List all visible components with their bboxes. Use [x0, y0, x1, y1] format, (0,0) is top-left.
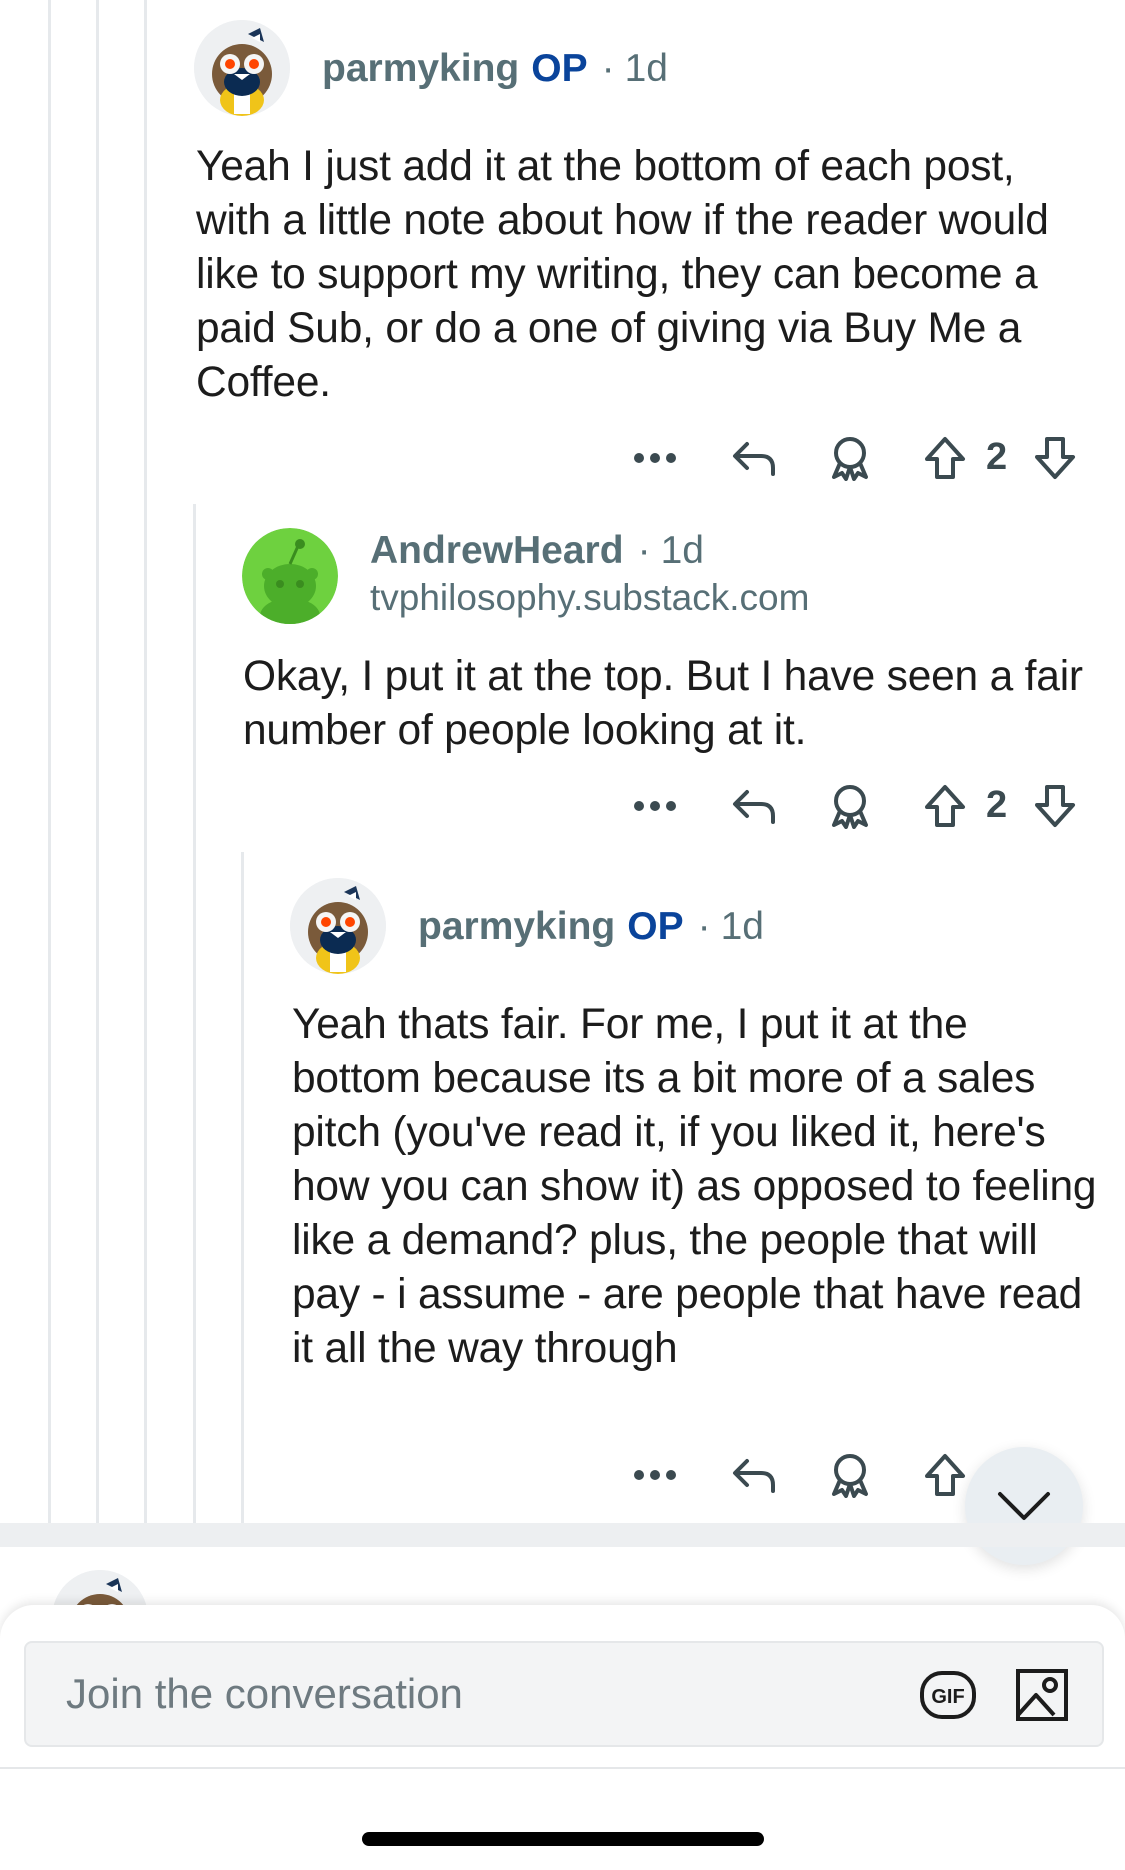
award-icon[interactable] [822, 428, 878, 488]
section-divider [0, 1523, 1125, 1547]
upvote-icon[interactable] [920, 1445, 970, 1505]
reply-icon[interactable] [726, 1445, 782, 1505]
comment-meta: parmyking OP · 1d [322, 46, 668, 92]
comment-meta: parmyking OP · 1d [418, 904, 764, 950]
thread-line[interactable] [193, 504, 196, 1523]
comment-age: 1d [660, 529, 704, 572]
more-options-icon[interactable] [630, 1445, 680, 1505]
upvote-icon[interactable] [920, 776, 970, 836]
user-flair[interactable]: tvphilosophy.substack.com [370, 576, 809, 620]
comment-age: 1d [624, 47, 668, 90]
comment-meta: AndrewHeard · 1d [370, 528, 704, 574]
op-badge: OP [531, 47, 588, 90]
comment-age: 1d [720, 905, 764, 948]
comment-input-placeholder: Join the conversation [66, 1670, 463, 1717]
upvote-icon[interactable] [920, 428, 970, 488]
username[interactable]: parmyking [418, 905, 615, 948]
comment-actions: 2 [630, 428, 1090, 488]
separator: · [697, 905, 711, 948]
thread-line[interactable] [241, 852, 244, 1523]
thread-line [144, 0, 147, 1523]
separator: · [601, 47, 615, 90]
comment-body: Yeah thats fair. For me, I put it at the… [292, 1001, 1097, 1372]
thread-line [96, 0, 99, 1523]
comment-composer: Join the conversation GIF [0, 1605, 1125, 1870]
separator: · [637, 529, 651, 572]
downvote-icon[interactable] [1030, 428, 1080, 488]
op-badge: OP [627, 905, 684, 948]
comment-input[interactable]: Join the conversation GIF [24, 1641, 1104, 1747]
vote-count: 2 [986, 436, 1008, 478]
more-options-icon[interactable] [630, 428, 680, 488]
home-indicator[interactable] [362, 1832, 764, 1846]
divider [0, 1767, 1125, 1769]
thread-line [48, 0, 51, 1523]
gif-button[interactable]: GIF [918, 1667, 978, 1723]
downvote-icon[interactable] [1030, 776, 1080, 836]
award-icon[interactable] [822, 1445, 878, 1505]
reply-icon[interactable] [726, 428, 782, 488]
comment-actions [630, 1445, 970, 1505]
comment-body: Yeah I just add it at the bottom of each… [196, 143, 1049, 406]
chevron-down-icon [998, 1492, 1050, 1520]
comment-body: Okay, I put it at the top. But I have se… [243, 653, 1083, 754]
snoo-owl-avatar-icon[interactable] [290, 878, 386, 974]
image-upload-icon[interactable] [1012, 1665, 1072, 1725]
reply-icon[interactable] [726, 776, 782, 836]
gif-button-label: GIF [931, 1686, 964, 1708]
snoo-owl-avatar-icon[interactable] [194, 20, 290, 116]
more-options-icon[interactable] [630, 776, 680, 836]
username[interactable]: parmyking [322, 47, 519, 90]
green-snoo-avatar-icon[interactable] [242, 528, 338, 624]
vote-count: 2 [986, 784, 1008, 826]
award-icon[interactable] [822, 776, 878, 836]
comment-actions: 2 [630, 776, 1090, 836]
username[interactable]: AndrewHeard [370, 529, 624, 572]
scroll-down-button[interactable] [965, 1447, 1083, 1565]
